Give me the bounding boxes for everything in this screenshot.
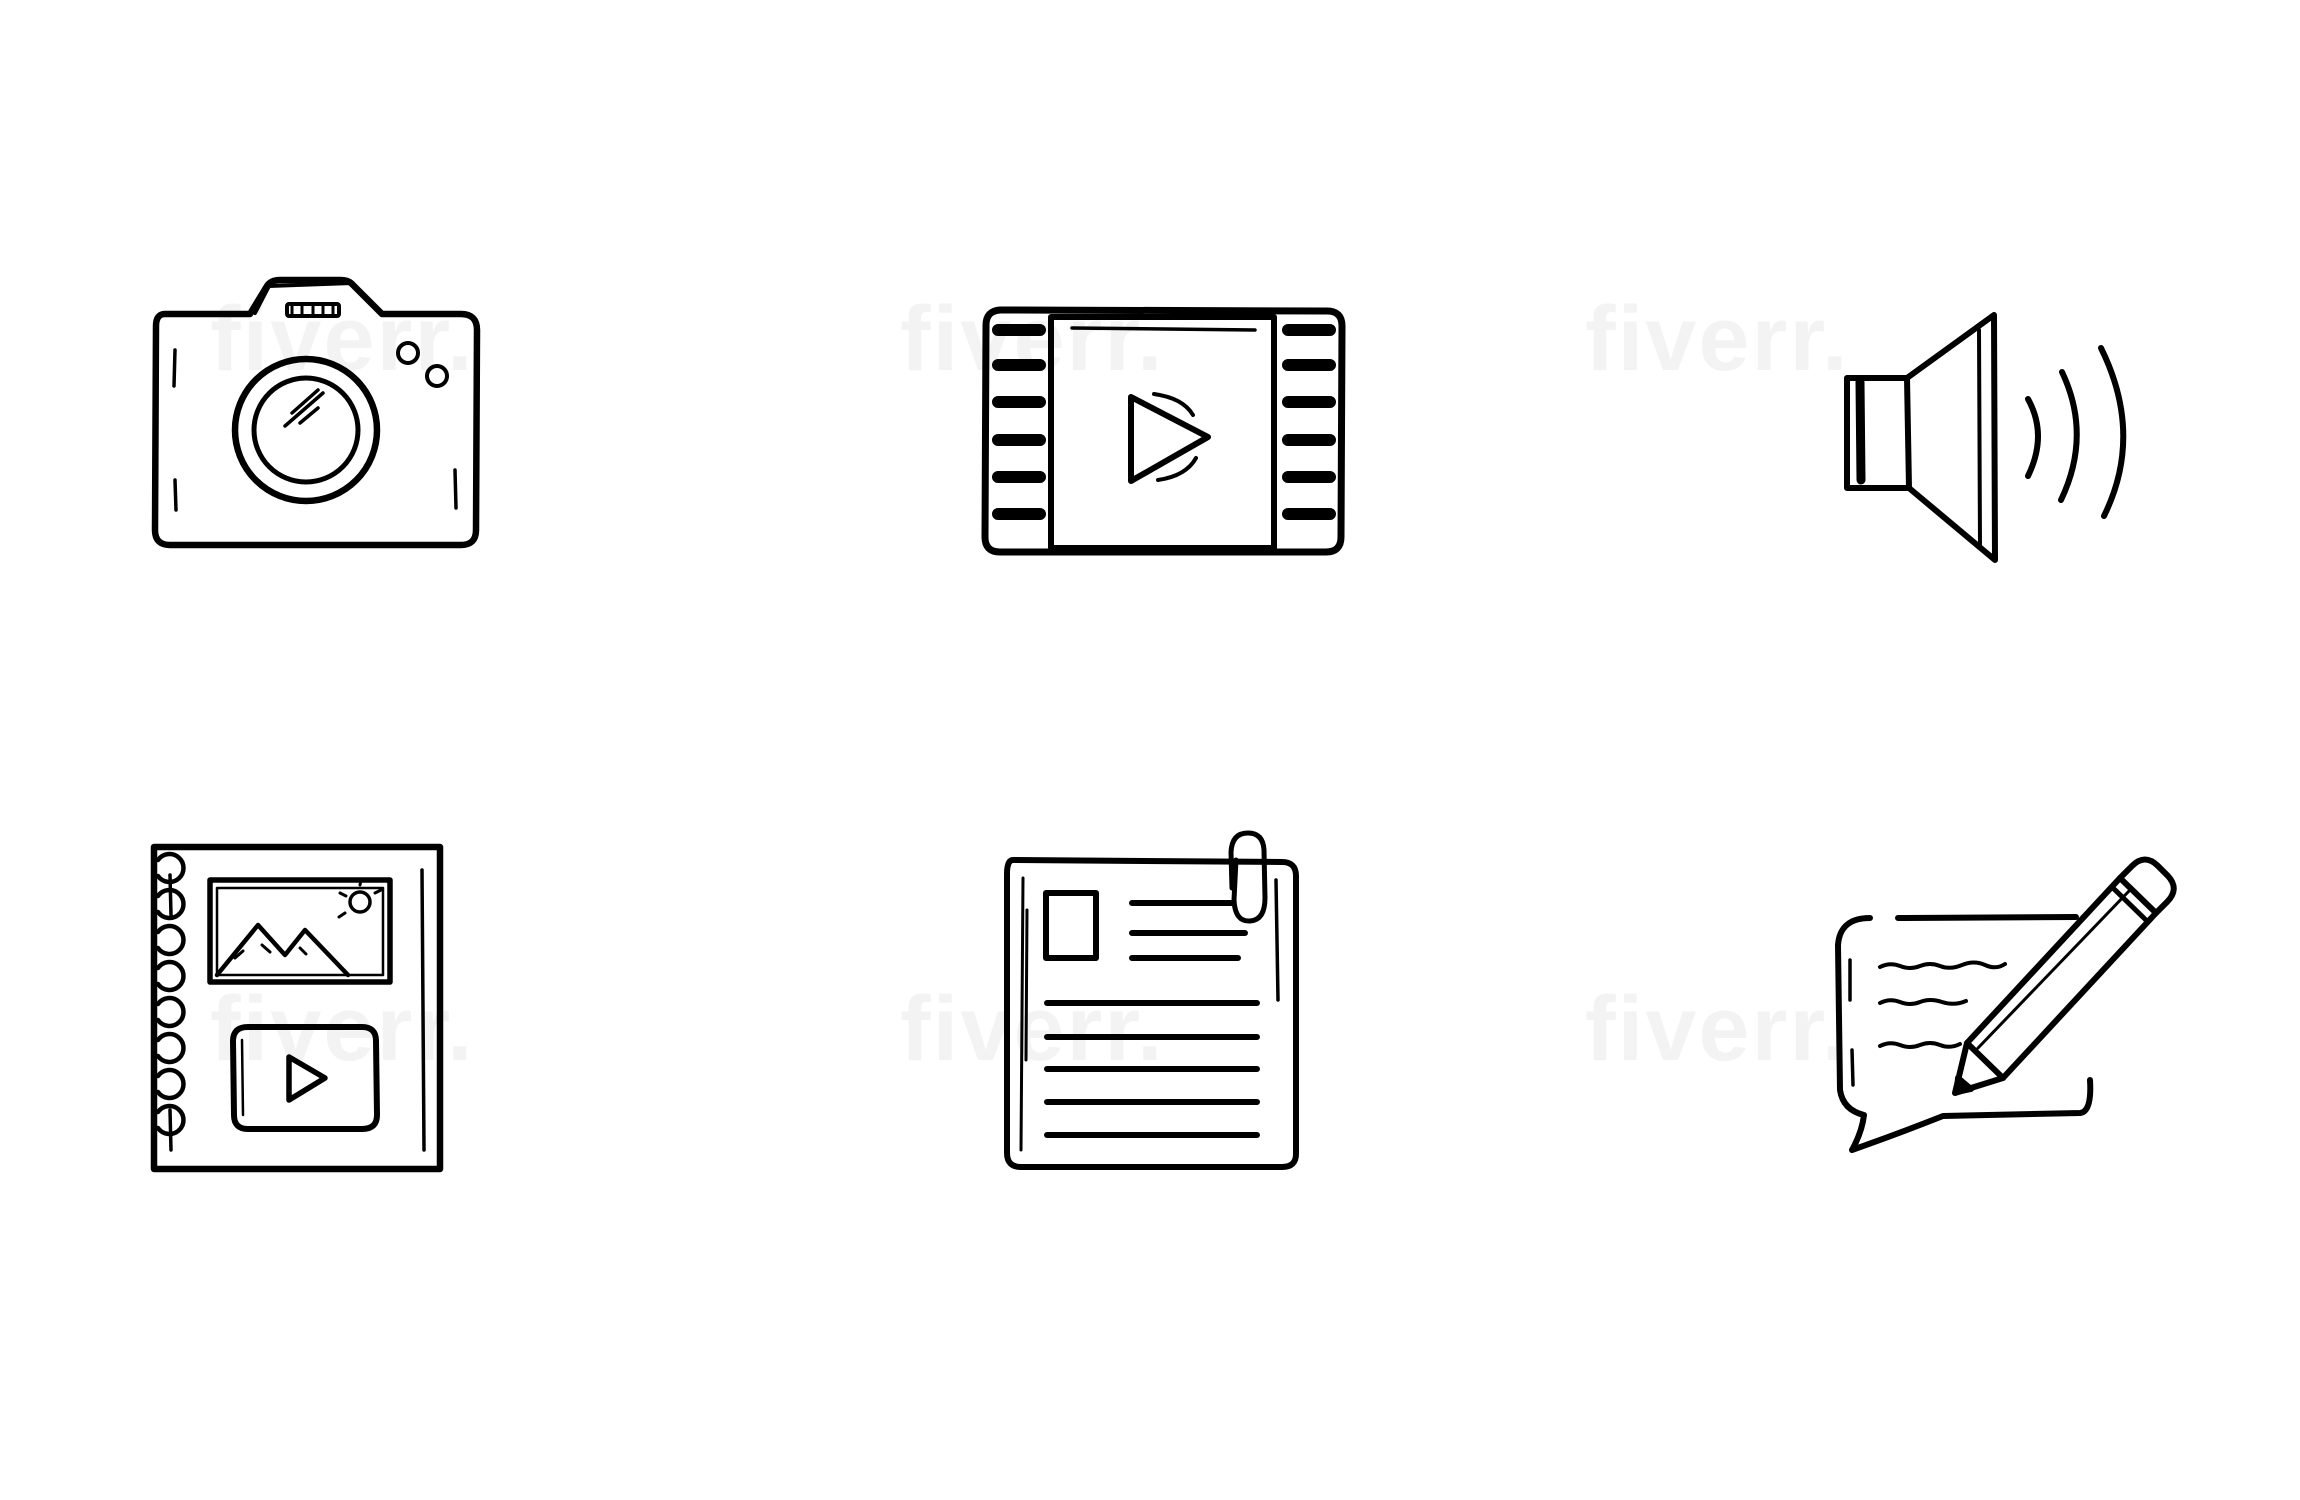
speaker-icon: [1844, 312, 2127, 563]
icon-sheet: fiverr. fiverr. fiverr. fiverr. fiverr. …: [150, 276, 2177, 1173]
watermark-text: fiverr.: [900, 978, 1165, 1080]
watermark-text: fiverr.: [1585, 978, 1850, 1080]
chat-pencil-icon: [1835, 856, 2177, 1153]
watermark-text: fiverr.: [210, 288, 475, 390]
watermark-text: fiverr.: [1585, 288, 1850, 390]
document-clip-icon: [1004, 830, 1299, 1170]
watermark-text: fiverr.: [900, 288, 1165, 390]
